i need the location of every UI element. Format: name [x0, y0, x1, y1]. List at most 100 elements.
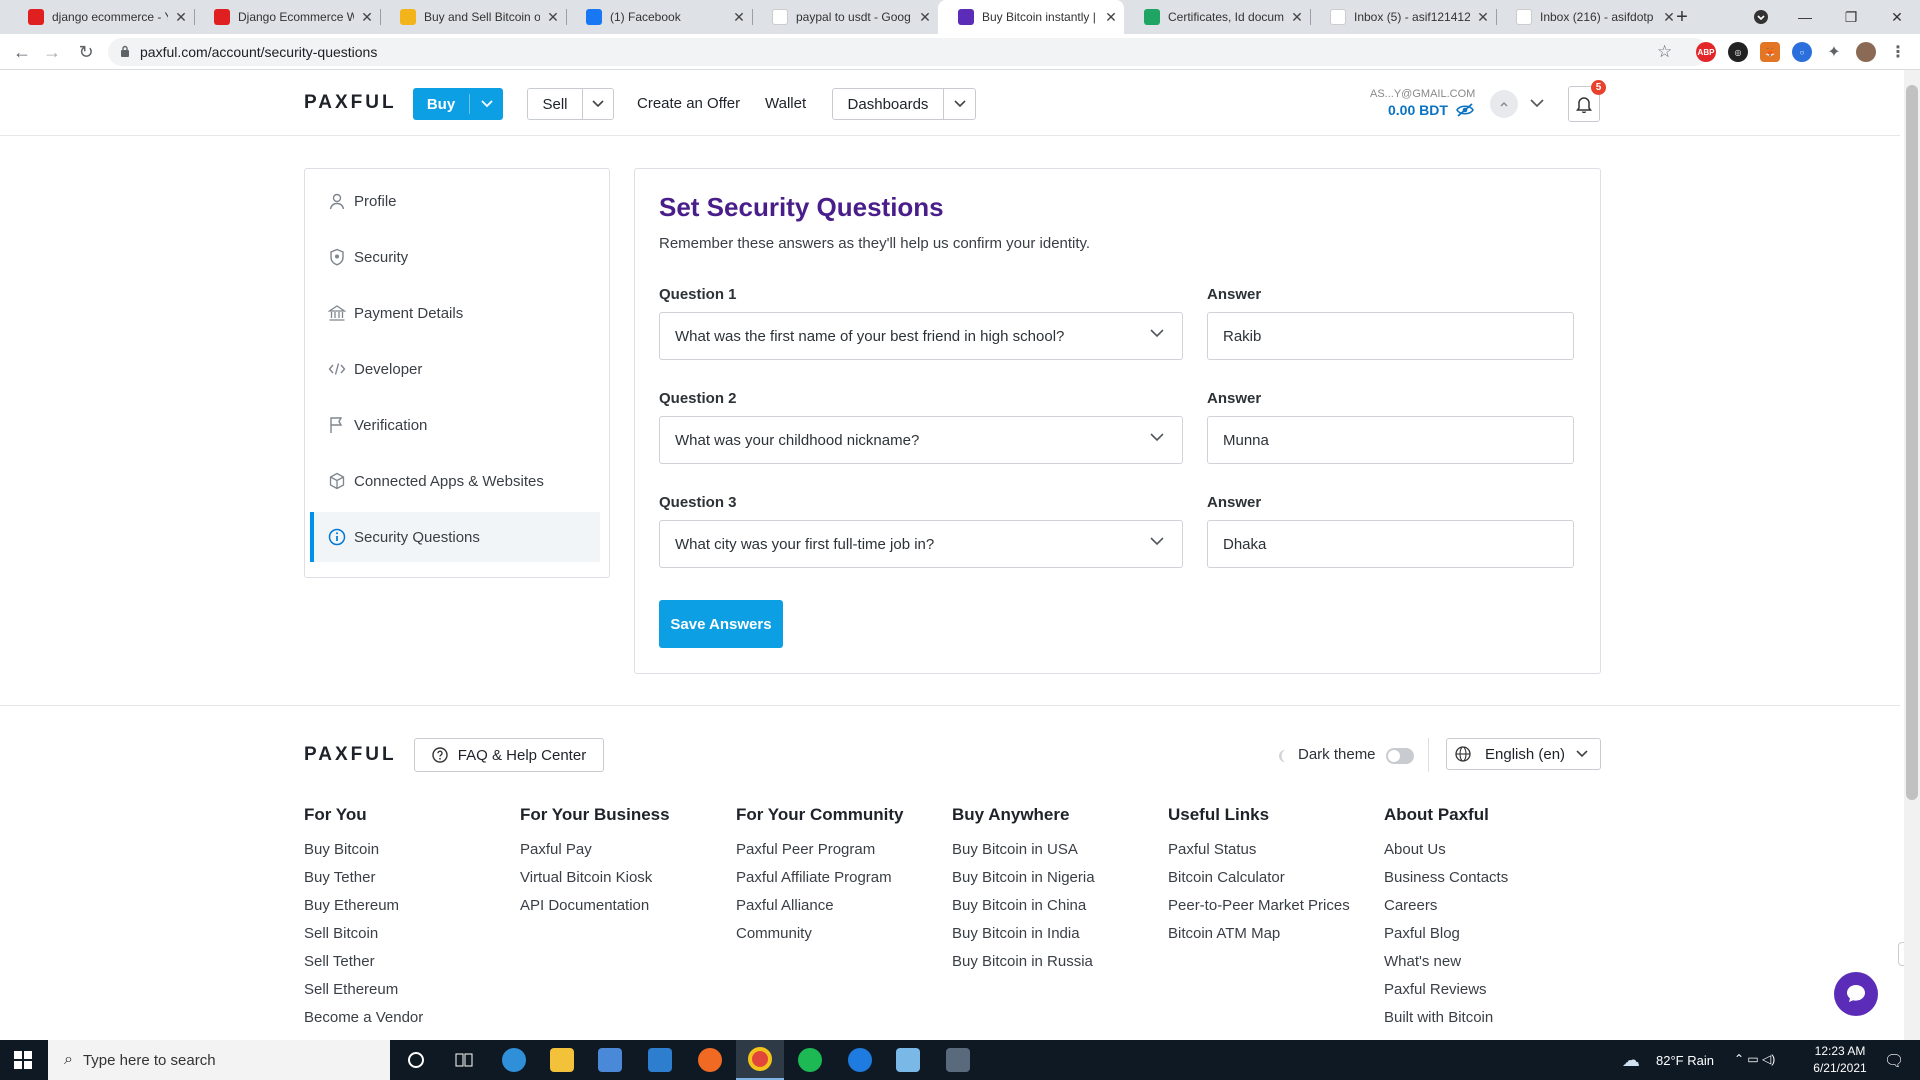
reload-icon[interactable]: ↻: [72, 34, 100, 70]
faq-help-button[interactable]: FAQ & Help Center: [414, 738, 604, 772]
footer-link[interactable]: Buy Bitcoin in USA: [952, 841, 1078, 858]
close-tab-icon[interactable]: ✕: [1098, 9, 1124, 26]
user-avatar[interactable]: [1490, 90, 1518, 118]
browser-menu-icon[interactable]: ⋮: [1888, 42, 1908, 62]
footer-link[interactable]: Paxful Reviews: [1384, 981, 1487, 998]
answer-input[interactable]: Munna: [1207, 416, 1574, 464]
question-select[interactable]: What city was your first full-time job i…: [659, 520, 1183, 568]
footer-link[interactable]: Business Contacts: [1384, 869, 1508, 886]
windows-start-icon[interactable]: [14, 1051, 32, 1069]
footer-link[interactable]: Virtual Bitcoin Kiosk: [520, 869, 652, 886]
browser-tab[interactable]: Inbox (5) - asif121412 ✕: [1310, 0, 1496, 34]
footer-link[interactable]: Peer-to-Peer Market Prices: [1168, 897, 1350, 914]
sidebar-item-connected-apps-websites[interactable]: Connected Apps & Websites: [310, 456, 600, 506]
file-explorer-icon[interactable]: [538, 1040, 586, 1080]
browser-tab[interactable]: paypal to usdt - Goog ✕: [752, 0, 938, 34]
chevron-down-icon[interactable]: [470, 88, 503, 120]
tab-search-icon[interactable]: [1738, 0, 1784, 34]
question-select[interactable]: What was your childhood nickname?: [659, 416, 1183, 464]
action-center-icon[interactable]: 🗨: [1884, 1051, 1904, 1071]
buy-button[interactable]: Buy: [413, 88, 503, 120]
answer-input[interactable]: Dhaka: [1207, 520, 1574, 568]
footer-link[interactable]: About Us: [1384, 841, 1446, 858]
extensions-puzzle-icon[interactable]: ✦: [1824, 42, 1844, 62]
profile-avatar[interactable]: [1856, 42, 1876, 62]
chevron-down-icon[interactable]: [1530, 99, 1544, 108]
notepad-icon[interactable]: [884, 1040, 932, 1080]
answer-input[interactable]: Rakib: [1207, 312, 1574, 360]
footer-link[interactable]: Sell Bitcoin: [304, 925, 378, 942]
footer-link[interactable]: Sell Ethereum: [304, 981, 398, 998]
browser-tab[interactable]: Certificates, Id docum ✕: [1124, 0, 1310, 34]
footer-link[interactable]: Built with Bitcoin: [1384, 1009, 1493, 1026]
sidebar-item-payment-details[interactable]: Payment Details: [310, 288, 600, 338]
footer-link[interactable]: Buy Bitcoin in India: [952, 925, 1080, 942]
sidebar-item-verification[interactable]: Verification: [310, 400, 600, 450]
sidebar-item-profile[interactable]: Profile: [310, 176, 600, 226]
browser-tab[interactable]: (1) Facebook ✕: [566, 0, 752, 34]
mail-icon[interactable]: [636, 1040, 684, 1080]
bookmark-star-icon[interactable]: ☆: [1657, 42, 1672, 62]
sidebar-item-security[interactable]: Security: [310, 232, 600, 282]
firefox-icon[interactable]: [686, 1040, 734, 1080]
cortana-icon[interactable]: [392, 1040, 440, 1080]
footer-link[interactable]: Paxful Pay: [520, 841, 592, 858]
create-offer-link[interactable]: Create an Offer: [637, 95, 740, 112]
browser-tab[interactable]: Buy and Sell Bitcoin o ✕: [380, 0, 566, 34]
footer-link[interactable]: Paxful Alliance: [736, 897, 834, 914]
close-window-button[interactable]: ✕: [1874, 0, 1920, 34]
tray-icons[interactable]: ⌃ ▭ ◁): [1734, 1052, 1775, 1066]
close-tab-icon[interactable]: ✕: [354, 9, 380, 26]
footer-link[interactable]: Bitcoin Calculator: [1168, 869, 1285, 886]
new-tab-button[interactable]: +: [1670, 0, 1694, 34]
chevron-down-icon[interactable]: [583, 100, 613, 108]
close-tab-icon[interactable]: ✕: [1284, 9, 1310, 26]
hide-balance-icon[interactable]: [1456, 103, 1474, 117]
extension-icon[interactable]: ◎: [1728, 42, 1748, 62]
footer-link[interactable]: Paxful Peer Program: [736, 841, 875, 858]
store-icon[interactable]: [586, 1040, 634, 1080]
footer-link[interactable]: Buy Bitcoin in Russia: [952, 953, 1093, 970]
chrome-icon[interactable]: [736, 1040, 784, 1080]
footer-link[interactable]: Sell Tether: [304, 953, 375, 970]
footer-link[interactable]: Buy Bitcoin in Nigeria: [952, 869, 1095, 886]
chevron-down-icon[interactable]: [944, 100, 975, 108]
sidebar-item-developer[interactable]: Developer: [310, 344, 600, 394]
footer-link[interactable]: Bitcoin ATM Map: [1168, 925, 1280, 942]
close-tab-icon[interactable]: ✕: [540, 9, 566, 26]
footer-link[interactable]: Buy Ethereum: [304, 897, 399, 914]
taskbar-search[interactable]: ⌕ Type here to search: [48, 1040, 390, 1080]
sidebar-item-security-questions[interactable]: Security Questions: [310, 512, 600, 562]
chat-button[interactable]: [1834, 972, 1878, 1016]
paxful-logo[interactable]: PAXFUL: [304, 92, 397, 114]
restore-button[interactable]: ❐: [1828, 0, 1874, 34]
browser-tab[interactable]: django ecommerce - Y ✕: [8, 0, 194, 34]
task-view-icon[interactable]: [440, 1040, 488, 1080]
adblock-icon[interactable]: ABP: [1696, 42, 1716, 62]
footer-link[interactable]: Paxful Blog: [1384, 925, 1460, 942]
dashboards-button[interactable]: Dashboards: [832, 88, 976, 120]
extension-circle-icon[interactable]: ○: [1792, 42, 1812, 62]
wallet-link[interactable]: Wallet: [765, 95, 806, 112]
minimize-button[interactable]: —: [1782, 0, 1828, 34]
browser-tab[interactable]: Django Ecommerce W ✕: [194, 0, 380, 34]
footer-link[interactable]: Buy Bitcoin: [304, 841, 379, 858]
footer-link[interactable]: What's new: [1384, 953, 1461, 970]
metamask-icon[interactable]: 🦊: [1760, 42, 1780, 62]
close-tab-icon[interactable]: ✕: [726, 9, 752, 26]
footer-link[interactable]: Careers: [1384, 897, 1437, 914]
footer-link[interactable]: Buy Bitcoin in China: [952, 897, 1086, 914]
question-select[interactable]: What was the first name of your best fri…: [659, 312, 1183, 360]
language-select[interactable]: English (en): [1446, 738, 1601, 770]
browser-tab[interactable]: Inbox (216) - asifdotp ✕: [1496, 0, 1682, 34]
scrollbar-thumb[interactable]: [1906, 85, 1918, 800]
browser-tab[interactable]: Buy Bitcoin instantly | ✕: [938, 0, 1124, 34]
footer-link[interactable]: API Documentation: [520, 897, 649, 914]
footer-link[interactable]: Paxful Status: [1168, 841, 1256, 858]
footer-link[interactable]: Buy Tether: [304, 869, 375, 886]
teamviewer-icon[interactable]: [836, 1040, 884, 1080]
close-tab-icon[interactable]: ✕: [912, 9, 938, 26]
footer-link[interactable]: Paxful Affiliate Program: [736, 869, 892, 886]
save-answers-button[interactable]: Save Answers: [659, 600, 783, 648]
dark-theme-toggle[interactable]: [1386, 748, 1414, 764]
